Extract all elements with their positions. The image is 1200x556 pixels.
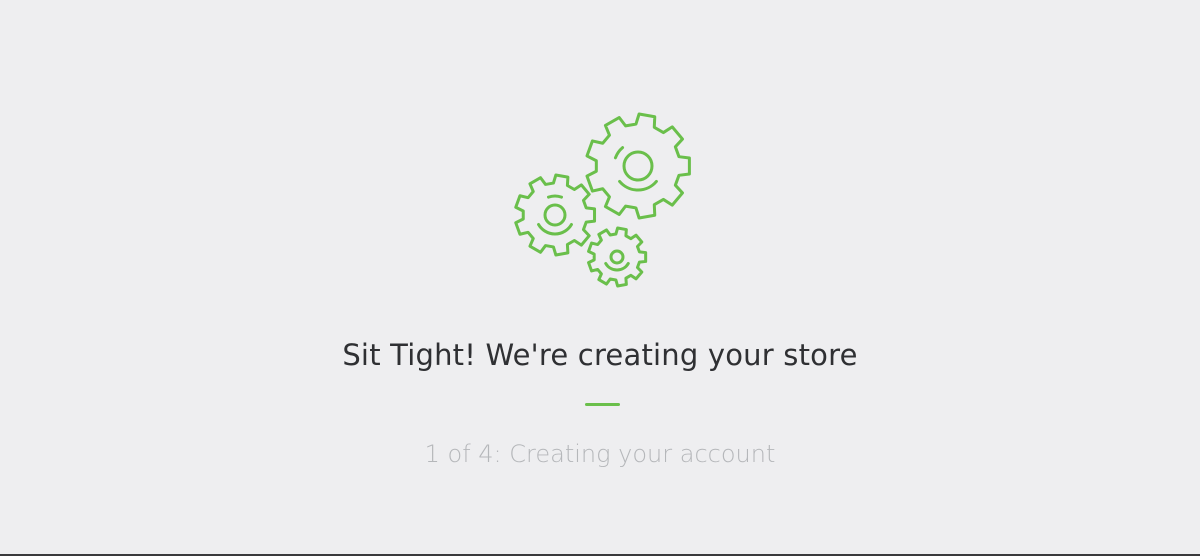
divider <box>585 403 620 406</box>
store-setup-screen: Sit Tight! We're creating your store 1 o… <box>0 0 1200 556</box>
small-gear <box>587 226 648 288</box>
medium-gear-arc-small <box>547 194 563 199</box>
gears-icon <box>505 105 705 295</box>
page-title: Sit Tight! We're creating your store <box>342 338 858 372</box>
large-gear-arc <box>618 179 658 192</box>
small-gear-hub <box>609 249 625 265</box>
large-gear-hub <box>622 150 654 182</box>
progress-status: 1 of 4: Creating your account <box>424 440 776 468</box>
medium-gear-hub <box>543 203 567 227</box>
large-gear <box>585 112 691 220</box>
medium-gear <box>514 173 597 257</box>
large-gear-arc-small <box>613 146 625 160</box>
